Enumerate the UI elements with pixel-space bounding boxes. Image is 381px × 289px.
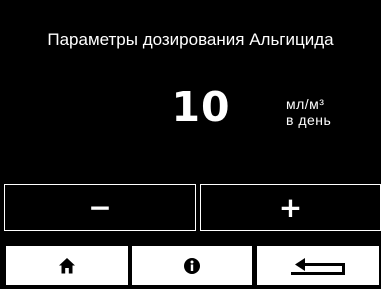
minus-label: − bbox=[88, 190, 112, 224]
decrease-button[interactable]: − bbox=[4, 184, 196, 231]
return-arrow-icon bbox=[291, 257, 345, 275]
dosage-unit-volume: мл/м³ bbox=[286, 96, 325, 112]
dosage-unit: мл/м³ в день bbox=[286, 96, 331, 128]
dosing-parameters-screen: Параметры дозирования Альгицида 10 мл/м³… bbox=[0, 0, 381, 289]
plus-label: + bbox=[278, 190, 303, 224]
home-button[interactable] bbox=[6, 246, 128, 285]
increase-button[interactable]: + bbox=[200, 184, 381, 231]
back-button[interactable] bbox=[257, 246, 379, 285]
dosage-value: 10 bbox=[171, 83, 231, 131]
page-title: Параметры дозирования Альгицида bbox=[47, 30, 334, 49]
home-icon bbox=[59, 257, 75, 273]
info-button[interactable] bbox=[132, 246, 252, 285]
dosage-unit-period: в день bbox=[286, 112, 332, 128]
info-icon bbox=[184, 257, 200, 274]
